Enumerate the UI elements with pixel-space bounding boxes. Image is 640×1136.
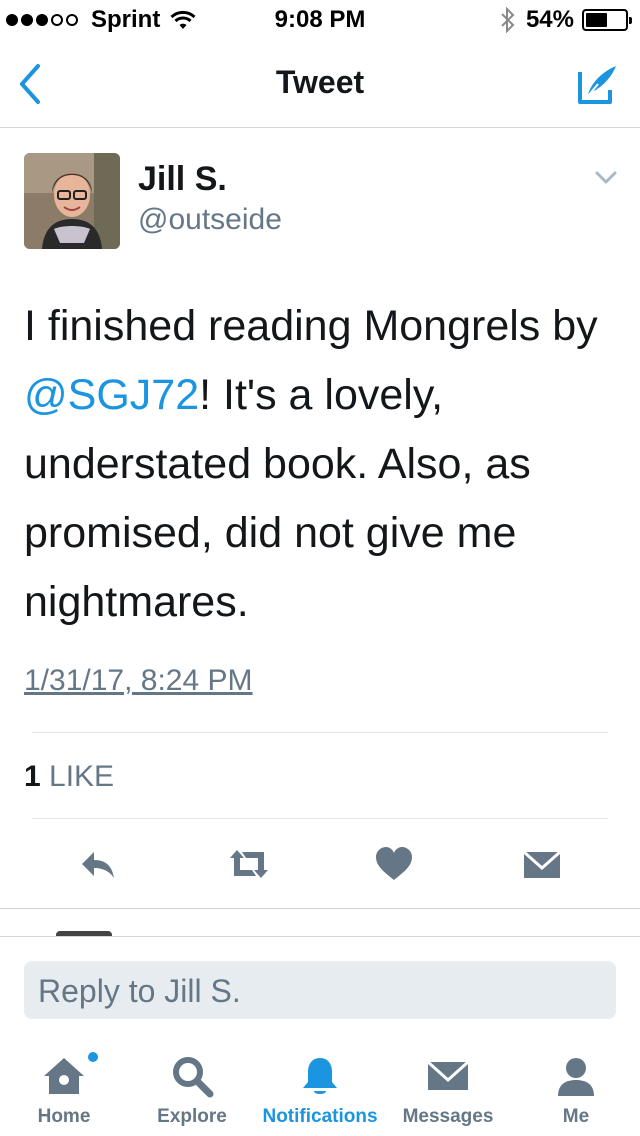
divider	[32, 818, 608, 819]
person-icon	[558, 1058, 594, 1096]
tab-label: Notifications	[262, 1106, 378, 1127]
tab-explore[interactable]: Explore	[128, 1036, 256, 1136]
bluetooth-icon	[501, 7, 515, 33]
tab-messages[interactable]: Messages	[384, 1036, 512, 1136]
tweet-text: I finished reading Mongrels by @SGJ72! I…	[24, 292, 624, 637]
page-title: Tweet	[275, 64, 365, 100]
avatar[interactable]	[24, 153, 120, 249]
battery-icon	[582, 9, 632, 31]
divider	[32, 732, 608, 733]
tab-me[interactable]: Me	[512, 1036, 640, 1136]
tab-notifications[interactable]: Notifications	[256, 1036, 384, 1136]
battery-percent: 54%	[525, 6, 574, 33]
chevron-down-icon[interactable]	[594, 170, 618, 186]
bell-icon	[303, 1058, 337, 1094]
author-name[interactable]: Jill S.	[138, 160, 227, 199]
heart-icon[interactable]	[374, 844, 414, 884]
direct-message-icon[interactable]	[522, 844, 562, 884]
compose-tweet-icon[interactable]	[574, 62, 620, 108]
author-handle[interactable]: @outseide	[138, 203, 282, 237]
search-icon	[173, 1057, 214, 1098]
tweet-actions	[0, 836, 640, 892]
mention-link[interactable]: @SGJ72	[24, 371, 199, 419]
tab-label: Me	[562, 1106, 590, 1127]
next-reply-preview[interactable]	[0, 908, 640, 936]
retweet-icon[interactable]	[226, 844, 272, 884]
like-label: LIKE	[49, 760, 115, 793]
status-bar: Sprint 9:08 PM 54%	[0, 0, 640, 40]
author-photo	[24, 153, 120, 249]
tab-home[interactable]: Home	[0, 1036, 128, 1136]
notification-dot	[86, 1050, 100, 1064]
tab-label: Messages	[402, 1106, 494, 1127]
like-count[interactable]: 1 LIKE	[24, 760, 114, 794]
like-count-number: 1	[24, 760, 41, 793]
tab-bar: Home Explore Notifications Messages Me	[0, 1036, 640, 1136]
tweet-text-start: I finished reading Mongrels by	[24, 302, 598, 350]
reply-icon[interactable]	[78, 844, 118, 884]
navigation-bar: Tweet	[0, 40, 640, 128]
envelope-icon	[426, 1060, 470, 1090]
status-right: 54%	[500, 6, 632, 34]
reply-input[interactable]: Reply to Jill S.	[24, 961, 616, 1019]
tab-label: Explore	[157, 1106, 227, 1127]
home-icon	[44, 1058, 84, 1094]
tab-label: Home	[37, 1106, 91, 1127]
reply-bar: Reply to Jill S.	[0, 936, 640, 1036]
tweet-timestamp[interactable]: 1/31/17, 8:24 PM	[24, 664, 253, 698]
